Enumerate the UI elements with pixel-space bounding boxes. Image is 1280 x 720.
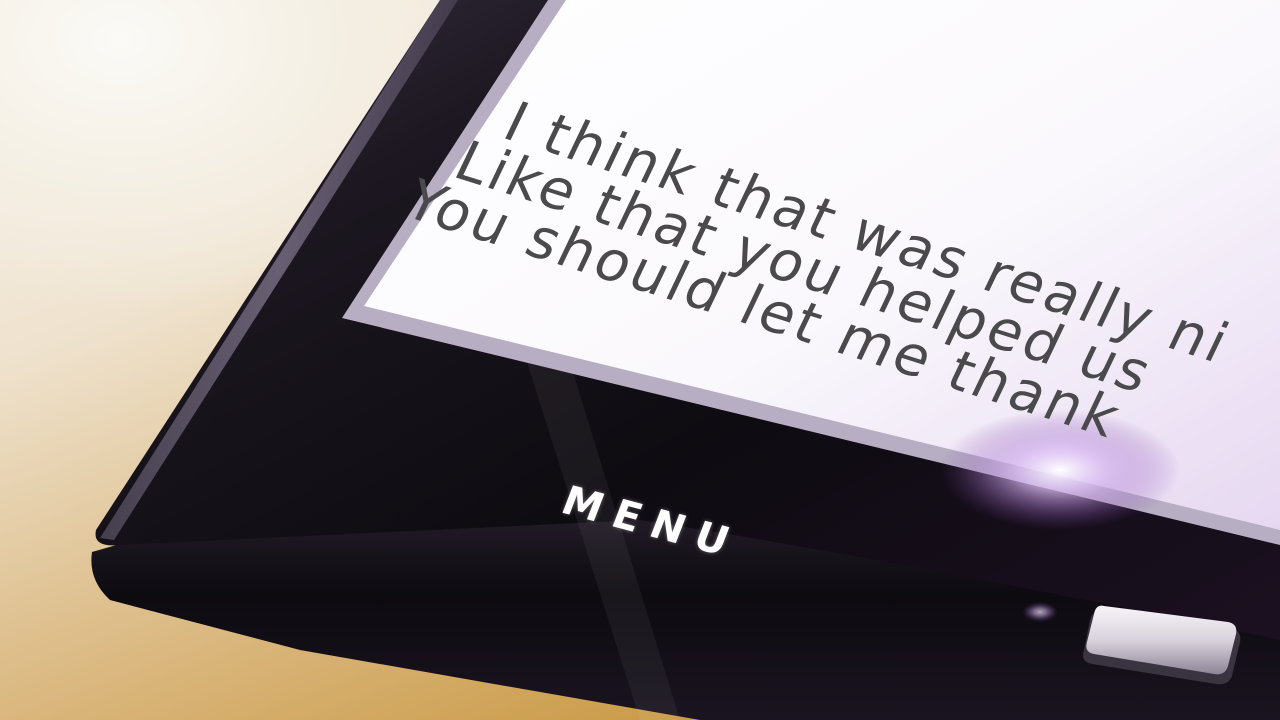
game-scene: I think that was really ni Like that you… xyxy=(0,0,1280,720)
side-button[interactable] xyxy=(1086,604,1236,666)
bezel-glint xyxy=(1022,602,1058,622)
